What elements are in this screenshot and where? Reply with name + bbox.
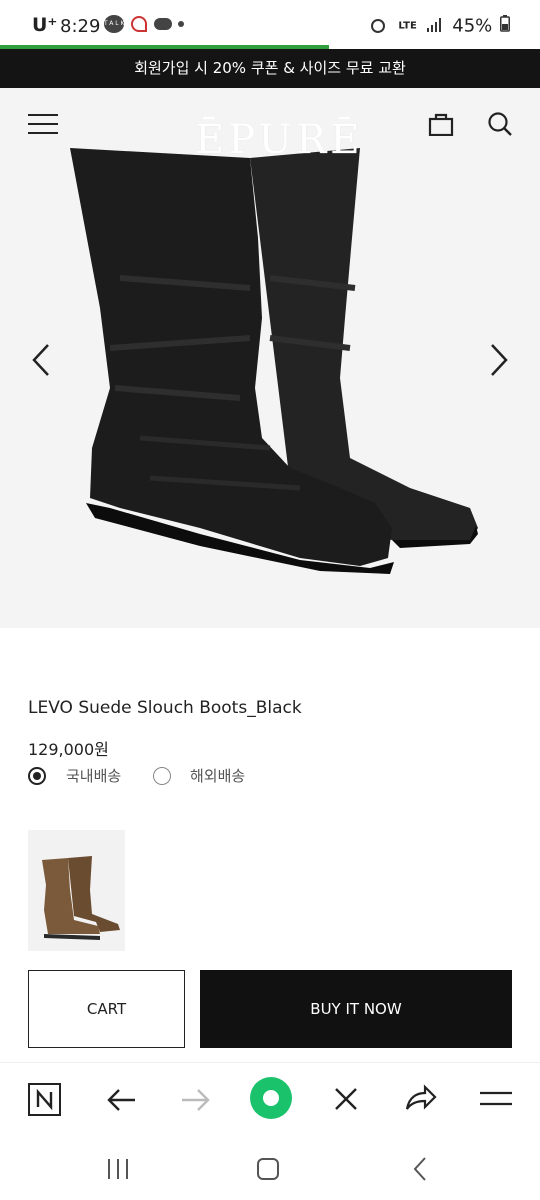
notification-icons: TALK: [104, 14, 185, 33]
system-nav-bar: [0, 1136, 540, 1200]
status-bar: U⁺ 8:29 TALK LTE 45%: [0, 0, 540, 46]
shopping-bag-icon[interactable]: [428, 112, 454, 137]
chevron-left-icon[interactable]: [26, 340, 60, 380]
battery-icon: [500, 15, 510, 37]
talk-icon: TALK: [104, 14, 125, 33]
buy-now-button[interactable]: BUY IT NOW: [200, 970, 512, 1048]
product-title: LEVO Suede Slouch Boots_Black: [28, 698, 302, 718]
alarm-icon: [370, 19, 385, 33]
search-icon[interactable]: [487, 111, 513, 137]
radio-overseas-shipping[interactable]: [153, 767, 171, 785]
add-to-cart-button[interactable]: CART: [28, 970, 185, 1048]
recent-apps-icon[interactable]: [106, 1158, 130, 1180]
close-icon[interactable]: [332, 1085, 360, 1113]
share-icon[interactable]: [403, 1083, 437, 1113]
browser-toolbar: [0, 1062, 540, 1136]
product-image[interactable]: [0, 88, 540, 628]
dot-icon: [178, 20, 185, 27]
brand-logo[interactable]: ĒPURĒ: [195, 117, 363, 163]
home-dot-icon[interactable]: [250, 1077, 292, 1119]
back-icon[interactable]: [410, 1156, 430, 1182]
forward-arrow-icon[interactable]: [180, 1085, 212, 1115]
hamburger-icon[interactable]: [28, 114, 58, 134]
product-price: 129,000원: [28, 740, 109, 759]
label-overseas-shipping[interactable]: 해외배송: [190, 765, 245, 786]
color-variant-thumbnail[interactable]: [28, 830, 125, 951]
brown-boots-thumbnail: [42, 856, 120, 940]
boots-illustration: [70, 148, 478, 574]
status-right: LTE 45%: [370, 15, 510, 37]
promo-banner[interactable]: 회원가입 시 20% 쿠폰 & 사이즈 무료 교환: [0, 49, 540, 88]
game-icon: [153, 17, 172, 30]
battery-label: 45%: [452, 15, 493, 37]
back-arrow-icon[interactable]: [105, 1085, 137, 1115]
label-domestic-shipping[interactable]: 국내배송: [66, 765, 121, 786]
menu-icon[interactable]: [480, 1089, 512, 1109]
chevron-right-icon[interactable]: [482, 340, 516, 380]
network-label: LTE: [398, 20, 417, 32]
naver-n-icon[interactable]: [28, 1083, 61, 1116]
notification-icon: [130, 15, 147, 32]
carrier-label: U⁺: [32, 14, 58, 36]
signal-icon: [426, 16, 443, 37]
radio-domestic-shipping[interactable]: [28, 767, 46, 785]
home-icon[interactable]: [257, 1158, 279, 1180]
clock: 8:29: [60, 16, 101, 37]
